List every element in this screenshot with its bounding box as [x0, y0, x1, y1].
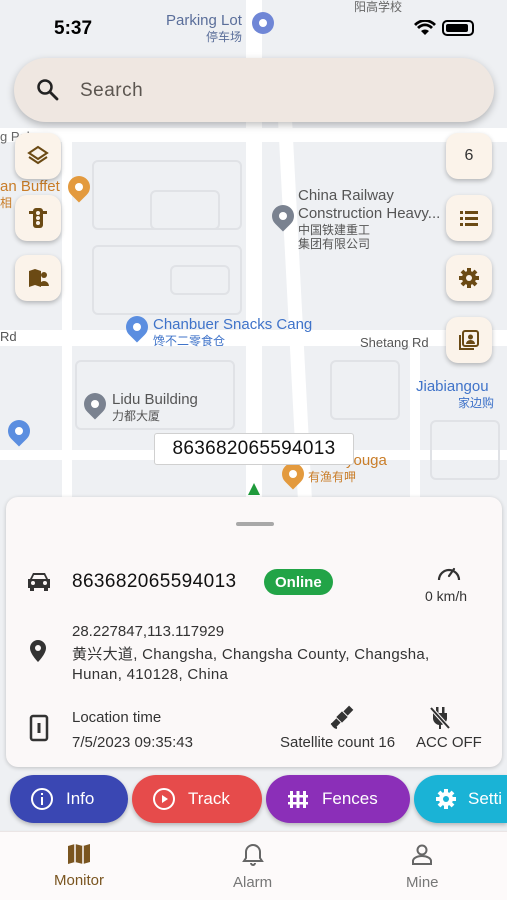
- status-time: 5:37: [54, 18, 93, 39]
- battery-icon: [442, 20, 474, 36]
- location-pin-icon: [30, 640, 46, 662]
- nav-monitor[interactable]: Monitor: [54, 842, 104, 889]
- fence-icon: [288, 791, 308, 808]
- map-block: [150, 190, 220, 230]
- map-person-icon: [29, 269, 49, 287]
- drag-handle[interactable]: [236, 522, 274, 526]
- layers-icon: [27, 145, 49, 165]
- settings-action-button[interactable]: Setti: [414, 775, 507, 823]
- map-icon: [68, 844, 91, 864]
- device-icon: [29, 714, 49, 742]
- shop-pin-icon: [3, 415, 35, 447]
- search-bar[interactable]: Search: [14, 58, 494, 122]
- settings-gear-icon: [436, 789, 456, 809]
- device-label-bubble[interactable]: 863682065594013: [154, 433, 354, 465]
- device-id: 863682065594013: [72, 571, 237, 592]
- nav-mine[interactable]: Mine: [406, 842, 439, 891]
- contacts-button[interactable]: [446, 317, 492, 363]
- acc-off-icon: [429, 706, 451, 730]
- location-time-label: Location time: [72, 709, 162, 726]
- fences-button[interactable]: Fences: [266, 775, 410, 823]
- nav-alarm-label: Alarm: [233, 874, 273, 891]
- coordinates: 28.227847,113.117929: [72, 623, 225, 640]
- info-label: Info: [66, 789, 95, 808]
- list-icon: [460, 211, 478, 226]
- info-button[interactable]: Info: [10, 775, 128, 823]
- play-circle-icon: [153, 788, 175, 810]
- track-label: Track: [188, 789, 230, 808]
- speedometer-icon: [437, 567, 461, 581]
- fences-label: Fences: [322, 789, 378, 808]
- nav-alarm[interactable]: Alarm: [233, 842, 272, 891]
- car-icon: [28, 573, 50, 591]
- road-label-shetang: Shetang Rd: [360, 335, 429, 350]
- device-info-panel[interactable]: 863682065594013 Online 0 km/h 28.227847,…: [6, 497, 502, 767]
- search-icon: [37, 79, 59, 101]
- nav-monitor-label: Monitor: [54, 872, 105, 889]
- poi-railway[interactable]: China Railway Construction Heavy... 中国铁建…: [298, 187, 440, 251]
- poi-jiabiangou[interactable]: Jiabiangou 家边购: [416, 378, 494, 410]
- bell-icon: [241, 843, 264, 866]
- status-bar: 5:37: [0, 0, 507, 56]
- settings-action-label: Setti: [468, 789, 503, 808]
- map-person-button[interactable]: [15, 255, 61, 301]
- speed-value: 0 km/h: [425, 588, 468, 604]
- gear-icon: [459, 268, 479, 288]
- traffic-light-icon: [29, 208, 47, 228]
- layers-button[interactable]: [15, 133, 61, 179]
- settings-button[interactable]: [446, 255, 492, 301]
- map-road: [410, 330, 420, 500]
- list-button[interactable]: [446, 195, 492, 241]
- location-time: 7/5/2023 09:35:43: [72, 734, 193, 751]
- traffic-button[interactable]: [15, 195, 61, 241]
- road-label: Rd: [0, 329, 17, 344]
- device-count: 6: [464, 147, 474, 164]
- map-block: [170, 265, 230, 295]
- poi-lidu[interactable]: Lidu Building 力都大厦: [112, 391, 198, 423]
- search-input[interactable]: Search: [80, 80, 143, 102]
- map-block: [330, 360, 400, 420]
- bottom-nav: Monitor Alarm Mine: [0, 831, 507, 900]
- map-block: [430, 420, 500, 480]
- satellite-icon: [330, 705, 354, 729]
- address: 黄兴大道, Changsha, Changsha County, Changsh…: [72, 646, 430, 683]
- vehicle-marker-icon[interactable]: [248, 483, 260, 495]
- device-count-button[interactable]: 6: [446, 133, 492, 179]
- poi-youyouga-zh: 有渔有呷: [308, 470, 357, 484]
- wifi-icon: [414, 20, 436, 35]
- contact-book-icon: [459, 330, 479, 350]
- info-icon: [31, 788, 53, 810]
- nav-mine-label: Mine: [406, 874, 439, 891]
- acc-status: ACC OFF: [416, 734, 482, 751]
- status-badge: Online: [264, 569, 333, 595]
- person-icon: [412, 844, 433, 865]
- satellite-count: Satellite count 16: [280, 734, 396, 751]
- poi-chanbuer[interactable]: Chanbuer Snacks Cang 馋不二零食仓: [153, 316, 312, 348]
- track-button[interactable]: Track: [132, 775, 262, 823]
